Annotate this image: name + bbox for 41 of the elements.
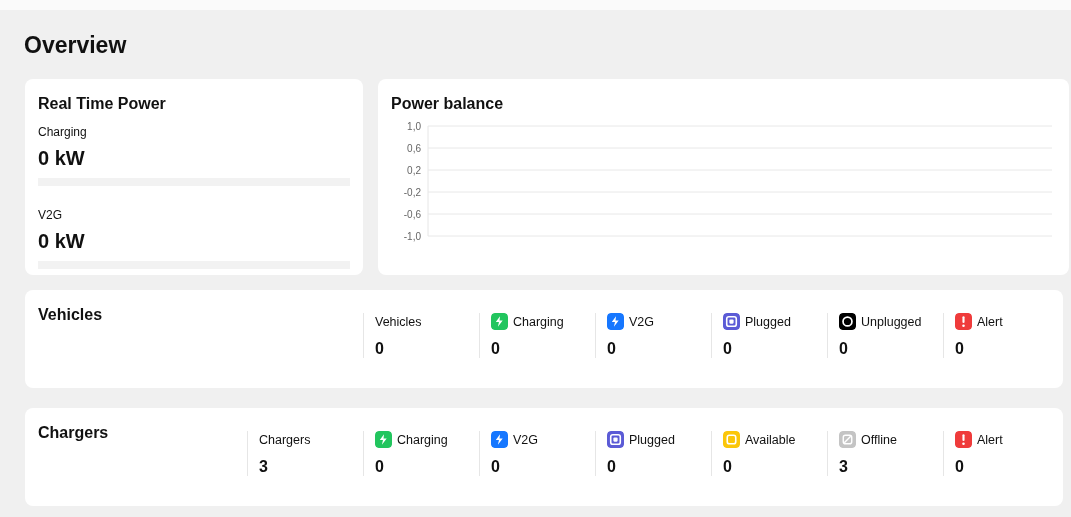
section-title: Chargers xyxy=(38,424,110,443)
stat-value: 0 xyxy=(955,340,965,358)
stat-value: 0 xyxy=(491,458,501,476)
stat-value: 0 xyxy=(607,340,617,358)
stat-label: V2G xyxy=(629,314,654,329)
stat-label: Charging xyxy=(397,432,448,447)
card-title: Real Time Power xyxy=(38,95,167,113)
y-tick-label: 0,2 xyxy=(407,164,421,176)
meter-label: V2G xyxy=(38,208,63,222)
stat-label: Alert xyxy=(977,314,1003,329)
stat-label: V2G xyxy=(513,432,538,447)
card-title: Power balance xyxy=(391,95,505,113)
stat-label: Unplugged xyxy=(861,314,922,329)
stat-label: Available xyxy=(745,432,796,447)
stat-value: 0 xyxy=(491,340,501,358)
stat-value: 0 xyxy=(607,458,617,476)
y-tick-label: 1,0 xyxy=(407,121,421,132)
y-tick-label: -0,2 xyxy=(403,186,421,198)
stat-label: Alert xyxy=(977,432,1003,447)
stat-label: Plugged xyxy=(745,314,791,329)
stat-value: 0 xyxy=(723,340,733,358)
page-title: Overview xyxy=(23,31,128,58)
stat-label: Charging xyxy=(513,314,564,329)
stat-value: 3 xyxy=(839,458,849,476)
stat-label: Chargers xyxy=(259,432,311,447)
stat-value: 0 xyxy=(723,458,733,476)
stat-label: Plugged xyxy=(629,432,675,447)
stat-value: 0 xyxy=(955,458,965,476)
stat-value: 0 xyxy=(839,340,849,358)
stat-label: Vehicles xyxy=(375,314,422,329)
stat-value: 3 xyxy=(259,458,269,476)
meter-label: Charging xyxy=(38,125,88,139)
y-tick-label: -0,6 xyxy=(403,208,421,220)
section-title: Vehicles xyxy=(38,306,104,325)
stat-value: 0 xyxy=(375,458,385,476)
stat-label: Offline xyxy=(861,432,897,447)
y-tick-label: -1,0 xyxy=(403,230,421,242)
meter-reading: 0 kW xyxy=(38,147,86,170)
meter-reading: 0 kW xyxy=(38,230,86,253)
y-tick-label: 0,6 xyxy=(407,142,421,154)
stat-value: 0 xyxy=(375,340,385,358)
